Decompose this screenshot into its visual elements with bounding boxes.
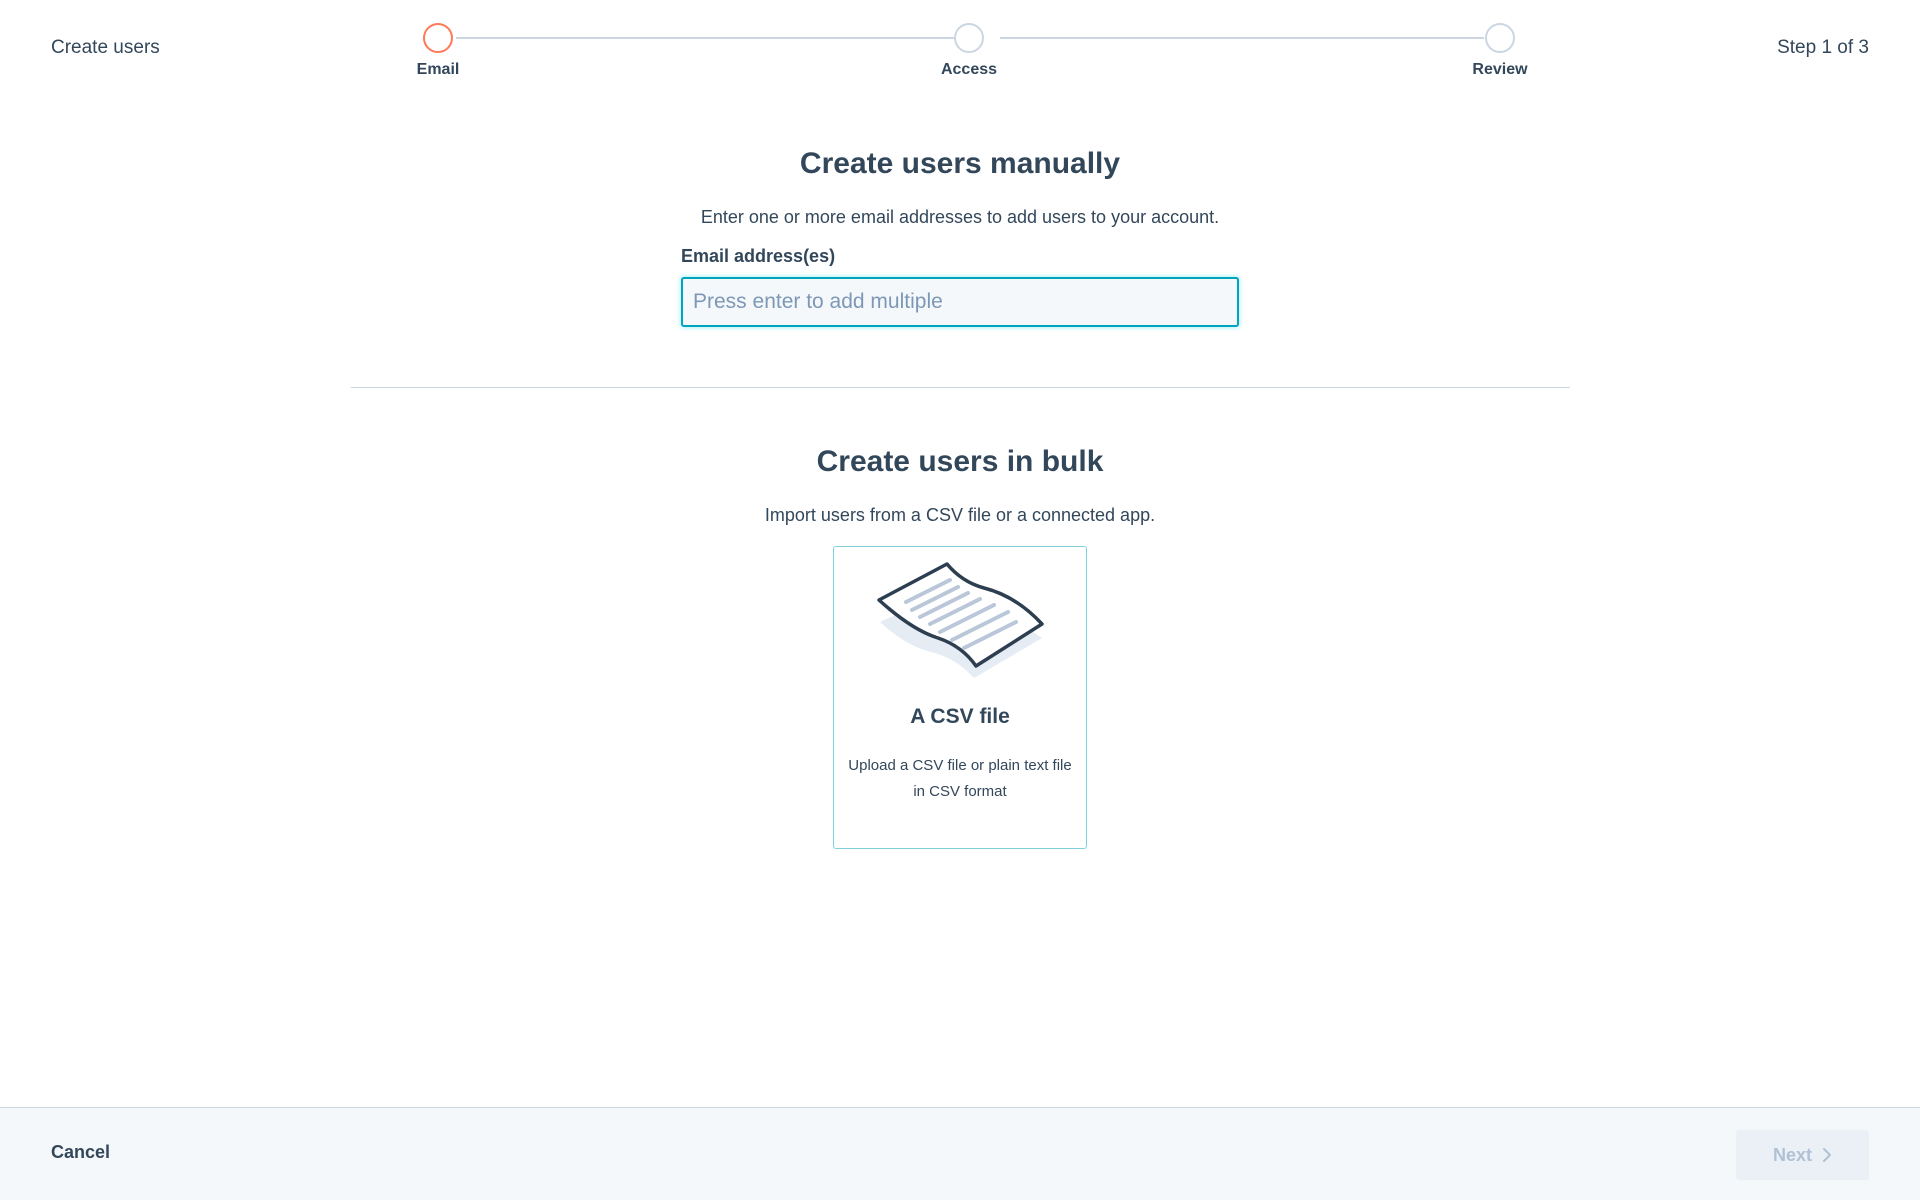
stepper-line	[456, 37, 968, 39]
section-divider	[351, 387, 1570, 388]
bulk-section-title: Create users in bulk	[816, 445, 1104, 478]
csv-option-description: Upload a CSV file or plain text file in …	[848, 757, 1072, 800]
next-button[interactable]: Next	[1736, 1130, 1869, 1180]
step-access-indicator	[954, 23, 984, 53]
email-field[interactable]	[681, 277, 1239, 327]
manual-section-title: Create users manually	[799, 147, 1121, 180]
step-email-indicator	[423, 23, 453, 53]
header: Create users Email Access Review Step 1 …	[0, 0, 1920, 96]
step-email-label: Email	[416, 61, 460, 78]
manual-section-description: Enter one or more email addresses to add…	[700, 207, 1220, 227]
step-access-label: Access	[940, 61, 998, 78]
cancel-button[interactable]: Cancel	[51, 1142, 110, 1163]
csv-option-title: A CSV file	[910, 705, 1010, 728]
footer-bar: Cancel Next	[0, 1107, 1920, 1200]
create-users-page: Create users Email Access Review Step 1 …	[0, 0, 1920, 1200]
csv-file-option-card[interactable]: A CSV file Upload a CSV file or plain te…	[833, 546, 1087, 849]
stepper-line	[1000, 37, 1484, 39]
progress-stepper: Email Access Review	[0, 0, 1920, 96]
step-review-indicator	[1485, 23, 1515, 53]
csv-file-icon	[876, 560, 1046, 682]
step-review-label: Review	[1472, 61, 1528, 78]
step-counter: Step 1 of 3	[1777, 37, 1869, 58]
email-field-label: Email address(es)	[681, 246, 836, 266]
chevron-right-icon	[1822, 1147, 1832, 1163]
bulk-section-description: Import users from a CSV file or a connec…	[764, 505, 1156, 525]
next-button-label: Next	[1772, 1144, 1812, 1165]
